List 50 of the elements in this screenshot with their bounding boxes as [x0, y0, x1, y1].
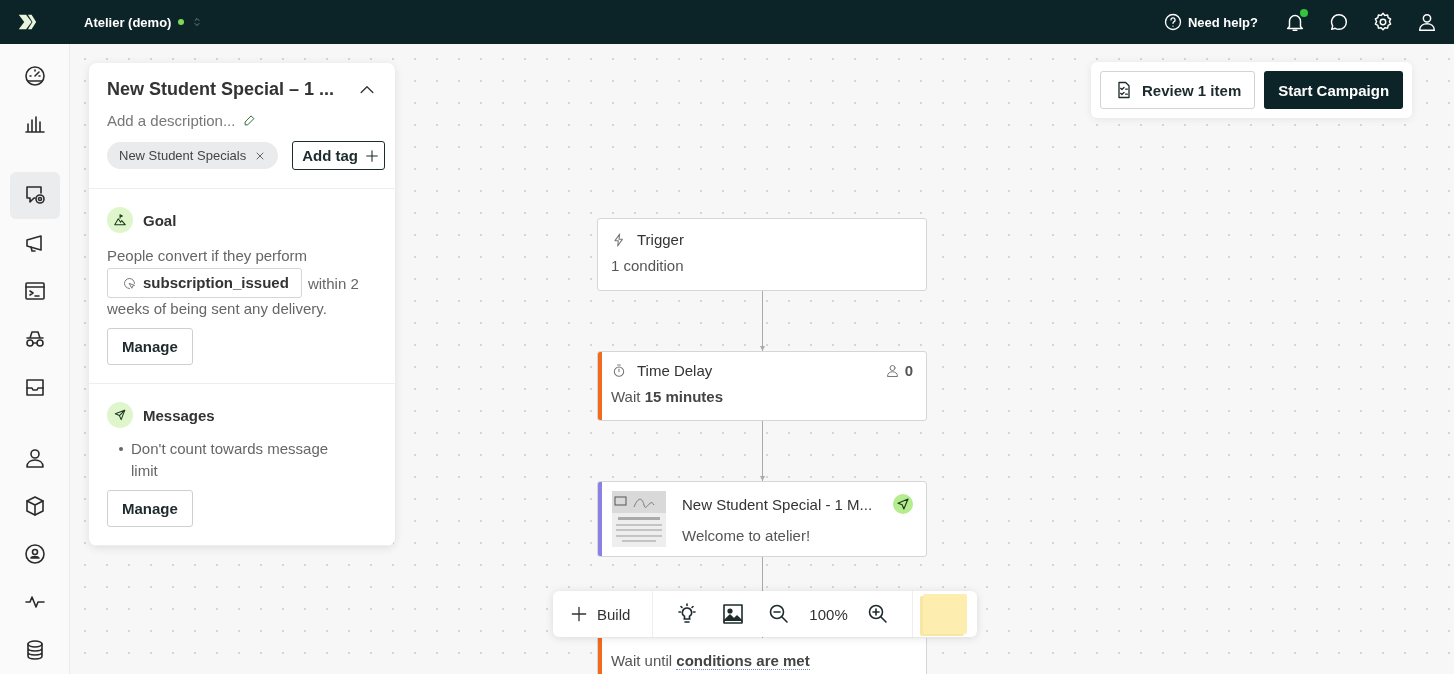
build-button[interactable]: Build: [569, 604, 631, 624]
dashboard-icon: [22, 63, 47, 88]
plus-icon: [569, 604, 589, 624]
zoom-level: 100%: [809, 605, 848, 623]
goal-text: within 2: [307, 273, 359, 294]
manage-button[interactable]: Manage: [107, 328, 193, 365]
person-icon: [884, 363, 900, 378]
workflow-node[interactable]: Trigger 1 condition: [597, 218, 927, 291]
section-title: Messages: [143, 406, 215, 424]
node-title: New Student Special - 1 M...: [682, 495, 874, 513]
goal-text: People convert if they perform: [107, 246, 309, 266]
workflow-node[interactable]: New Student Special - 1 M... Welcome to atelier!: [597, 481, 927, 557]
bullet-text: Don't count towards message limit: [131, 439, 330, 481]
image-icon[interactable]: [721, 602, 746, 626]
paper-plane-icon: [893, 494, 913, 514]
section-title: Goal: [143, 211, 177, 229]
stopwatch-icon: [611, 362, 627, 379]
workflow-node[interactable]: Time Delay 0 Wait 15 minutes: [597, 351, 927, 421]
person-circle-icon: [22, 542, 47, 567]
settings-icon[interactable]: [1372, 11, 1394, 33]
node-description: Wait 15 minutes: [611, 388, 724, 405]
help-button[interactable]: Need help?: [1162, 12, 1258, 32]
chat-bubble-icon[interactable]: [1328, 11, 1350, 33]
node-description: Wait until conditions are met: [611, 652, 811, 669]
cursor-click-icon: [122, 275, 137, 291]
manage-button[interactable]: Manage: [107, 490, 193, 527]
node-description: 1 condition: [611, 257, 685, 274]
connector-arrow: [758, 290, 767, 351]
user-icon[interactable]: [1416, 11, 1438, 33]
description-placeholder[interactable]: Add a description...: [107, 112, 236, 129]
tag-chip: New Student Specials: [107, 142, 279, 169]
connector-arrow: [758, 420, 767, 481]
paper-plane-icon: [107, 402, 133, 428]
start-campaign-button[interactable]: Start Campaign: [1264, 71, 1404, 109]
campaign-title: New Student Special – 1 ...: [107, 79, 335, 100]
question-icon: [1162, 12, 1183, 32]
bullet-dot: [119, 447, 123, 451]
add-tag-button[interactable]: Add tag: [292, 141, 385, 170]
node-title: Trigger: [637, 231, 685, 248]
goal-text: weeks of being sent any delivery.: [107, 299, 328, 319]
plus-icon: [364, 147, 380, 164]
workflow-node[interactable]: Wait until conditions are met: [597, 638, 927, 674]
mountain-icon: [107, 207, 133, 233]
people-count: 0: [904, 362, 913, 379]
workspace-switcher[interactable]: Atelier (demo): [84, 14, 204, 30]
review-button[interactable]: Review 1 item: [1100, 71, 1256, 109]
event-chip: subscription_issued: [107, 268, 302, 298]
node-description: Welcome to atelier!: [682, 527, 812, 544]
node-title: Time Delay: [637, 362, 714, 379]
sidebar-item[interactable]: [9, 171, 60, 219]
